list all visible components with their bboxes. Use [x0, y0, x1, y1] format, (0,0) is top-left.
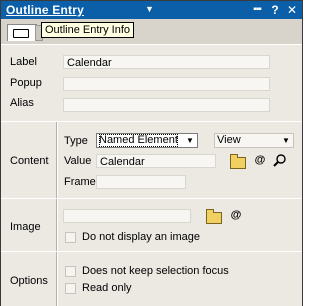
- info-tab-icon: [13, 29, 29, 38]
- label-field[interactable]: Calendar: [63, 55, 270, 69]
- frame-field[interactable]: [96, 175, 186, 189]
- folder-icon: [230, 154, 246, 169]
- folder-icon: [206, 209, 222, 224]
- help-icon[interactable]: ?: [268, 3, 282, 17]
- popup-label: Popup: [10, 77, 42, 89]
- chevron-down-icon: ▼: [282, 136, 290, 145]
- image-label: Image: [10, 221, 41, 233]
- chevron-down-icon: ▼: [186, 136, 194, 145]
- options-label: Options: [10, 275, 48, 287]
- title-bar[interactable]: Outline Entry ▼ ▪▪▪ ? ✕: [1, 1, 302, 19]
- content-section: Content Type Named Element ▼ View ▼ Valu…: [1, 121, 302, 199]
- popup-field[interactable]: [63, 77, 270, 91]
- magnify-target-icon: [273, 154, 286, 167]
- keep-focus-label: Does not keep selection focus: [82, 265, 229, 277]
- type-select[interactable]: Named Element ▼: [96, 133, 198, 148]
- tab-outline-entry-info[interactable]: [7, 24, 37, 41]
- label-label: Label: [10, 56, 37, 68]
- tooltip: Outline Entry Info: [41, 22, 134, 38]
- view-select-value: View: [217, 134, 241, 146]
- close-icon[interactable]: ✕: [285, 3, 299, 17]
- type-select-value: Named Element: [99, 134, 178, 147]
- image-divider: [56, 199, 58, 251]
- keep-focus-checkbox[interactable]: [65, 266, 76, 277]
- alias-label: Alias: [10, 97, 34, 109]
- basics-section: Label Calendar Popup Alias: [1, 44, 302, 122]
- outline-entry-properties-box: Outline Entry ▼ ▪▪▪ ? ✕ Outline Entry In…: [0, 0, 303, 306]
- read-only-checkbox[interactable]: [65, 283, 76, 294]
- type-label: Type: [64, 135, 88, 147]
- frame-label: Frame: [64, 176, 96, 188]
- image-formula-at-button[interactable]: @: [228, 208, 244, 223]
- locate-button[interactable]: [272, 153, 288, 168]
- read-only-label: Read only: [82, 282, 132, 294]
- options-section: Options Does not keep selection focus Re…: [1, 251, 302, 306]
- formula-at-button[interactable]: @: [252, 153, 268, 168]
- title-dropdown-icon[interactable]: ▼: [145, 4, 154, 14]
- window-title: Outline Entry: [6, 3, 84, 17]
- content-label: Content: [10, 155, 49, 167]
- at-icon: @: [254, 154, 266, 166]
- value-label: Value: [64, 155, 92, 167]
- folder-button[interactable]: [229, 153, 246, 169]
- more-options-icon[interactable]: ▪▪▪: [250, 3, 264, 17]
- at-icon: @: [230, 209, 242, 221]
- no-display-image-label: Do not display an image: [82, 231, 201, 243]
- value-field[interactable]: Calendar: [96, 154, 216, 168]
- image-field[interactable]: [63, 209, 191, 223]
- image-folder-button[interactable]: [205, 208, 222, 224]
- content-divider: [56, 122, 58, 198]
- view-select[interactable]: View ▼: [214, 133, 294, 148]
- alias-field[interactable]: [63, 98, 270, 112]
- image-section: Image @ Do not display an image: [1, 198, 302, 252]
- options-divider: [56, 252, 58, 306]
- no-display-image-checkbox[interactable]: [65, 232, 76, 243]
